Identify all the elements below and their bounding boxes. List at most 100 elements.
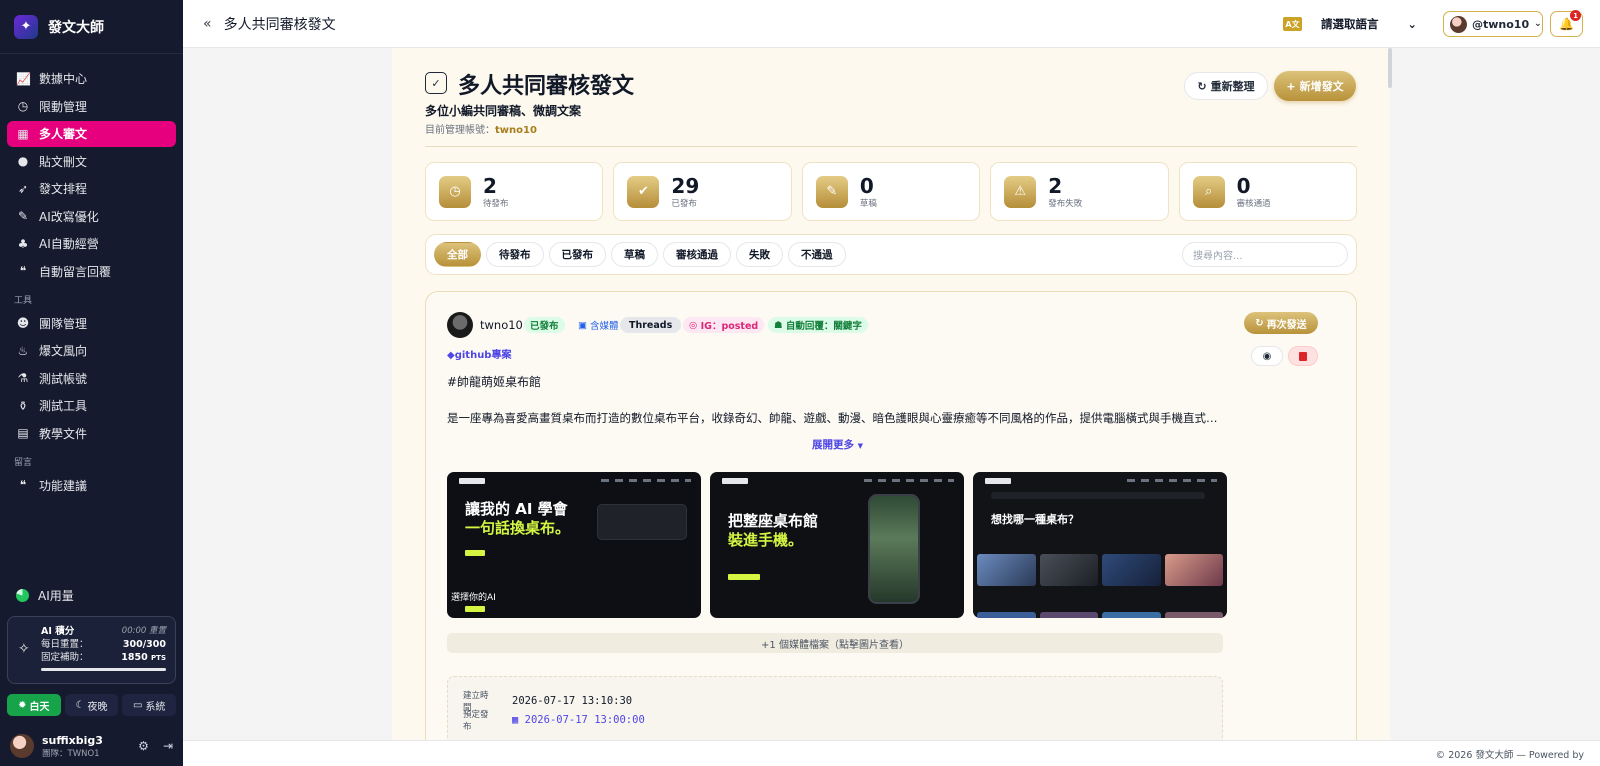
stat-card-failed[interactable]: ⚠ 2 發布失敗 xyxy=(990,162,1169,221)
edit-icon: ✎ xyxy=(815,175,848,208)
new-post-label: 新增發文 xyxy=(1299,80,1344,93)
sidebar-item-docs[interactable]: ▤ 教學文件 xyxy=(7,420,176,446)
clock-icon: ◷ xyxy=(17,99,29,113)
post-tag-label: github專案 xyxy=(454,350,512,361)
resend-label: 再次發送 xyxy=(1266,319,1307,331)
sidebar-item-label: AI自動經營 xyxy=(39,237,99,251)
sidebar-item-posts[interactable]: ● 貼文刪文 xyxy=(7,148,176,174)
auto-reply-label: 自動回覆：關鍵字 xyxy=(785,321,862,332)
language-select[interactable]: 請選取語言 ⌄ xyxy=(1313,11,1425,37)
chevron-down-icon: ⌄ xyxy=(1534,19,1542,29)
sidebar-section-tools: 工具 xyxy=(14,295,33,306)
thumbnail-line-2: 一句話換桌布。 xyxy=(465,519,571,537)
scrollbar[interactable] xyxy=(1388,48,1392,88)
post-tag[interactable]: ◆github專案 xyxy=(447,346,511,361)
image-icon: ▣ xyxy=(578,319,590,331)
avatar[interactable] xyxy=(10,734,34,758)
instagram-icon: ◎ xyxy=(689,319,701,331)
sidebar-item-ai-rewrite[interactable]: ✎ AI改寫優化 xyxy=(7,203,176,229)
stat-card-draft[interactable]: ✎ 0 草稿 xyxy=(801,162,981,221)
topbar: « 多人共同審核發文 A文 請選取語言 ⌄ @twno10 ⌄ 🔔 1 xyxy=(183,0,1600,48)
scheduled-time-row: 預定發布 ▦ 2026-07-17 13:00:00 xyxy=(463,708,645,732)
notification-count-badge: 1 xyxy=(1570,10,1581,21)
sidebar-item-data-center[interactable]: 📈 數據中心 xyxy=(7,66,176,92)
sidebar-item-label: 發文排程 xyxy=(39,182,88,196)
sidebar-item-label: 團隊管理 xyxy=(39,316,88,331)
thumbnail-headline: 讓我的 AI 學會 一句話換桌布。 xyxy=(465,500,570,538)
thumbnail-cta xyxy=(465,606,485,612)
sidebar-item-feedback[interactable]: ❝ 功能建議 xyxy=(7,472,176,498)
beaker-icon: ⚱ xyxy=(17,398,29,413)
calendar-check-icon: ▦ xyxy=(17,126,29,141)
credits-daily-label: 每日重置： xyxy=(41,639,89,650)
chevron-down-icon: ⌄ xyxy=(1407,17,1417,31)
refresh-button[interactable]: ↻ 重新整理 xyxy=(1184,72,1268,100)
sidebar-item-label: AI改寫優化 xyxy=(39,209,99,224)
stat-value: 0 xyxy=(1236,173,1251,198)
sidebar: ✦ 發文大師 📈 數據中心 ◷ 限動管理 ▦ 多人審文 ● 貼文刪文 ➶ 發文排程 ✎ AI… xyxy=(0,0,183,766)
sidebar-item-stories[interactable]: ◷ 限動管理 xyxy=(7,93,176,119)
theme-light-label: 白天 xyxy=(29,701,50,713)
stat-label: 已發布 xyxy=(671,198,697,209)
thumbnail-tile xyxy=(1102,612,1161,618)
sidebar-item-ai-auto[interactable]: ♣ AI自動經營 xyxy=(7,231,176,257)
search-input[interactable]: 搜尋內容... xyxy=(1182,242,1348,267)
brand[interactable]: ✦ 發文大師 xyxy=(0,0,183,54)
stat-card-published[interactable]: ✔ 29 已發布 xyxy=(613,162,792,221)
status-badge: 已發布 xyxy=(524,317,565,333)
gear-icon[interactable]: ⚙ xyxy=(138,739,149,753)
theme-system-button[interactable]: ▭ 系統 xyxy=(122,694,177,716)
filter-published[interactable]: 已發布 xyxy=(548,242,606,267)
filter-approved[interactable]: 審核通過 xyxy=(663,242,731,267)
media-thumbnail[interactable]: 想找哪一種桌布？ xyxy=(973,472,1227,618)
filter-pending[interactable]: 待發布 xyxy=(486,242,544,267)
sidebar-item-label: 測試工具 xyxy=(39,399,88,413)
theme-dark-label: 夜晚 xyxy=(87,701,108,713)
page-title: 多人共同審核發文 xyxy=(458,74,635,99)
new-post-button[interactable]: + 新增發文 xyxy=(1274,71,1356,101)
post-username: twno10 xyxy=(480,318,523,332)
magic-wand-icon: ✧ xyxy=(18,641,30,657)
sidebar-item-test-accounts[interactable]: ⚗ 測試帳號 xyxy=(7,365,176,391)
theme-dark-button[interactable]: ☾ 夜晚 xyxy=(64,694,119,716)
filter-failed[interactable]: 失敗 xyxy=(736,242,783,267)
filter-rejected[interactable]: 不通過 xyxy=(788,242,846,267)
thumbnail-tile xyxy=(1039,554,1098,586)
notifications-button[interactable]: 🔔 1 xyxy=(1550,10,1583,37)
resend-button[interactable]: ↻ 再次發送 xyxy=(1244,312,1318,334)
check-circle-icon: ✔ xyxy=(627,175,660,208)
sidebar-item-auto-reply[interactable]: ❝ 自動留言回覆 xyxy=(7,258,176,284)
sidebar-item-multi-review[interactable]: ▦ 多人審文 xyxy=(7,120,176,147)
account-switcher[interactable]: @twno10 ⌄ xyxy=(1443,11,1543,37)
stat-card-approved[interactable]: ⌕ 0 審核通過 xyxy=(1178,162,1358,221)
brand-logo-icon: ✦ xyxy=(14,14,38,39)
sidebar-item-schedule[interactable]: ➶ 發文排程 xyxy=(7,176,176,202)
pie-chart-icon xyxy=(16,588,29,602)
view-button[interactable]: ◉ xyxy=(1251,346,1283,366)
thumbnail-line-1: 把整座桌布館 xyxy=(728,512,819,530)
media-thumbnail[interactable]: 把整座桌布館 裝進手機。 xyxy=(710,472,964,618)
footer: © 2026 發文大師 — Powered by xyxy=(183,740,1600,766)
stat-card-pending[interactable]: ◷ 2 待發布 xyxy=(425,162,604,221)
theme-light-button[interactable]: ✹ 白天 xyxy=(7,694,61,716)
ai-usage-link[interactable]: AI用量 xyxy=(7,582,83,608)
more-media-link[interactable]: +1 個媒體檔案（點擊圖片查看） xyxy=(447,633,1223,653)
sidebar-item-test-tools[interactable]: ⚱ 測試工具 xyxy=(7,393,176,419)
collapse-sidebar-icon[interactable]: « xyxy=(203,16,212,32)
sidebar-item-trends[interactable]: ♨ 爆文風向 xyxy=(7,338,176,364)
thumbnail-nav xyxy=(1127,479,1217,482)
sidebar-item-label: 多人審文 xyxy=(39,127,88,141)
filter-draft[interactable]: 草稿 xyxy=(611,242,658,267)
sidebar-item-label: 貼文刪文 xyxy=(39,154,88,169)
logout-icon[interactable]: ⇥ xyxy=(163,739,173,753)
expand-more-link[interactable]: 展開更多 ▼ xyxy=(812,437,863,452)
expand-more-label: 展開更多 xyxy=(812,439,854,451)
sidebar-item-team[interactable]: ☻ 團隊管理 xyxy=(7,310,176,336)
fire-icon: ♨ xyxy=(17,343,29,358)
filter-all[interactable]: 全部 xyxy=(434,242,481,267)
media-thumbnail[interactable]: 讓我的 AI 學會 一句話換桌布。 選擇你的AI xyxy=(447,472,701,618)
rocket-icon: ➶ xyxy=(17,181,29,196)
refresh-icon: ↻ xyxy=(1197,79,1207,93)
thumbnail-phone xyxy=(868,494,920,604)
delete-button[interactable] xyxy=(1288,346,1318,366)
